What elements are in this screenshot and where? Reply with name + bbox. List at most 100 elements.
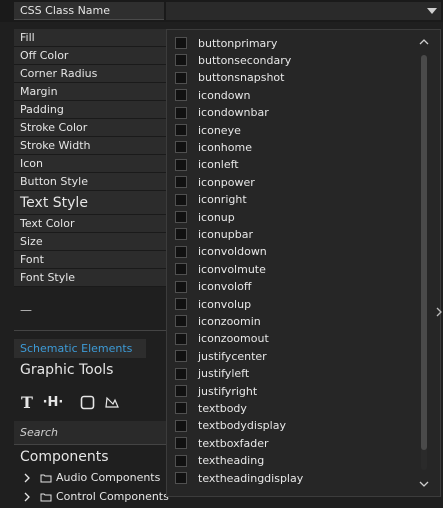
dropdown-option[interactable]: textheading <box>175 453 264 469</box>
option-checkbox[interactable] <box>175 245 187 258</box>
option-checkbox[interactable] <box>175 315 187 328</box>
dropdown-option[interactable]: buttonsecondary <box>175 52 291 68</box>
css-class-name-select[interactable] <box>166 2 441 20</box>
dropdown-option[interactable]: iconzoomin <box>175 313 261 329</box>
option-checkbox[interactable] <box>175 280 187 293</box>
option-checkbox[interactable] <box>175 350 187 363</box>
tree-item-audio-components[interactable]: Audio Components <box>14 469 160 487</box>
option-checkbox[interactable] <box>175 472 187 484</box>
property-text-color[interactable]: Text Color <box>14 215 166 233</box>
option-label: iconzoomout <box>198 332 269 346</box>
option-checkbox[interactable] <box>175 263 187 276</box>
dropdown-option[interactable]: iconupbar <box>175 226 253 242</box>
chevron-right-icon[interactable] <box>22 473 32 483</box>
dropdown-option[interactable]: iconleft <box>175 157 239 173</box>
option-label: textbodydisplay <box>198 419 286 433</box>
property-off-color[interactable]: Off Color <box>14 47 166 65</box>
dropdown-option[interactable]: iconvoloff <box>175 279 251 295</box>
dropdown-option[interactable]: icondown <box>175 87 251 103</box>
rectangle-tool-button[interactable] <box>78 392 96 412</box>
option-checkbox[interactable] <box>175 402 187 415</box>
option-checkbox[interactable] <box>175 228 187 241</box>
option-label: iconupbar <box>198 227 254 241</box>
graphic-tools-title: Graphic Tools <box>20 362 114 378</box>
option-checkbox[interactable] <box>175 71 187 84</box>
dropdown-option[interactable]: textbodydisplay <box>175 418 286 434</box>
dropdown-option[interactable]: textboxfader <box>175 435 268 451</box>
dropdown-option[interactable]: iconeye <box>175 122 241 138</box>
property-icon[interactable]: Icon <box>14 155 166 173</box>
properties-panel: Fill Off Color Corner Radius Margin Padd… <box>14 29 166 287</box>
dropdown-option[interactable]: iconpower <box>175 174 255 190</box>
option-label: buttonprimary <box>198 36 278 50</box>
scrollbar-thumb[interactable] <box>421 55 427 450</box>
property-font[interactable]: Font <box>14 251 166 269</box>
dropdown-option[interactable]: buttonprimary <box>175 35 277 51</box>
option-checkbox[interactable] <box>175 419 187 432</box>
css-class-dropdown-list[interactable]: buttonprimary buttonsecondary buttonsnapsh… <box>166 29 441 497</box>
option-label: icondown <box>198 88 251 102</box>
dropdown-option[interactable]: justifyleft <box>175 366 249 382</box>
option-label: iconleft <box>198 158 239 172</box>
collapse-dash[interactable]: — <box>20 303 32 317</box>
chevron-right-icon[interactable] <box>434 305 443 319</box>
property-stroke-width[interactable]: Stroke Width <box>14 137 166 155</box>
components-title: Components <box>20 449 109 465</box>
dropdown-option[interactable]: icondownbar <box>175 105 269 121</box>
dropdown-option[interactable]: iconvoldown <box>175 244 267 260</box>
scroll-down-icon[interactable] <box>417 477 431 491</box>
text-tool-button[interactable]: T <box>18 392 36 412</box>
dropdown-option[interactable]: iconhome <box>175 139 252 155</box>
dropdown-option[interactable]: iconzoomout <box>175 331 269 347</box>
dropdown-option[interactable]: justifyright <box>175 383 257 399</box>
property-margin[interactable]: Margin <box>14 83 166 101</box>
scroll-up-icon[interactable] <box>417 35 431 49</box>
option-checkbox[interactable] <box>175 367 187 380</box>
property-stroke-color[interactable]: Stroke Color <box>14 119 166 137</box>
search-input[interactable]: Search <box>14 421 166 445</box>
polygon-tool-button[interactable] <box>102 392 120 412</box>
option-checkbox[interactable] <box>175 193 187 206</box>
folder-icon <box>40 493 52 502</box>
dropdown-option[interactable]: iconvolmute <box>175 261 266 277</box>
rectangle-icon <box>80 395 94 409</box>
option-checkbox[interactable] <box>175 37 187 49</box>
dropdown-option[interactable]: iconvolup <box>175 296 251 312</box>
option-checkbox[interactable] <box>175 211 187 223</box>
option-label: iconright <box>198 193 247 207</box>
option-label: textboxfader <box>198 436 269 450</box>
css-class-name-label: CSS Class Name <box>14 2 164 20</box>
dropdown-option[interactable]: textbody <box>175 400 247 416</box>
option-checkbox[interactable] <box>175 141 187 154</box>
option-label: iconhome <box>198 140 252 154</box>
option-checkbox[interactable] <box>175 385 187 397</box>
tree-item-control-components[interactable]: Control Components <box>14 488 169 506</box>
dropdown-option[interactable]: textheadingdisplay <box>175 470 303 486</box>
option-checkbox[interactable] <box>175 89 187 102</box>
dropdown-option[interactable]: buttonsnapshot <box>175 70 284 86</box>
dropdown-option[interactable]: iconright <box>175 192 247 208</box>
option-checkbox[interactable] <box>175 54 187 67</box>
chevron-right-icon[interactable] <box>22 492 32 502</box>
property-font-style[interactable]: Font Style <box>14 269 166 287</box>
option-checkbox[interactable] <box>175 454 187 467</box>
property-button-style[interactable]: Button Style <box>14 173 166 191</box>
property-padding[interactable]: Padding <box>14 101 166 119</box>
option-checkbox[interactable] <box>175 332 187 345</box>
line-tool-button[interactable]: ·H· <box>40 392 66 412</box>
property-fill[interactable]: Fill <box>14 29 166 47</box>
tab-schematic-elements[interactable]: Schematic Elements <box>14 339 146 358</box>
option-checkbox[interactable] <box>175 124 187 136</box>
property-size[interactable]: Size <box>14 233 166 251</box>
chevron-down-icon[interactable] <box>425 4 439 18</box>
dropdown-option[interactable]: iconup <box>175 209 235 225</box>
property-corner-radius[interactable]: Corner Radius <box>14 65 166 83</box>
option-checkbox[interactable] <box>175 437 187 450</box>
dropdown-option[interactable]: justifycenter <box>175 348 267 364</box>
option-checkbox[interactable] <box>175 106 187 119</box>
folder-icon <box>40 474 52 483</box>
option-label: iconpower <box>198 175 255 189</box>
option-checkbox[interactable] <box>175 298 187 310</box>
option-checkbox[interactable] <box>175 158 187 171</box>
option-checkbox[interactable] <box>175 176 187 189</box>
